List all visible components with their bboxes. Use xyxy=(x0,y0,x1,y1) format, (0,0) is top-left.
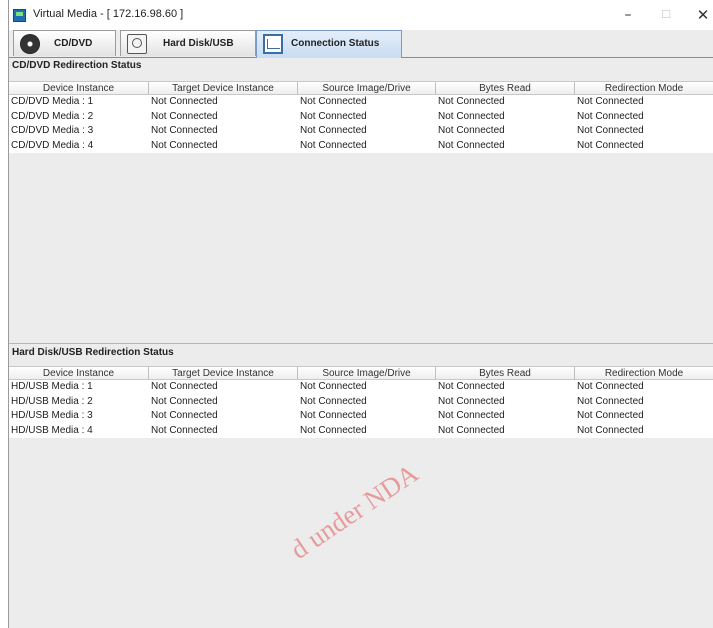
target-device-instance-cell: Not Connected xyxy=(151,410,218,421)
redirection-mode-cell: Not Connected xyxy=(577,125,644,136)
tab-hard-disk-usb[interactable]: Hard Disk/USB xyxy=(120,30,256,56)
source-image-drive-cell: Not Connected xyxy=(300,381,367,392)
connection-status-icon xyxy=(263,34,283,54)
source-image-drive-cell: Not Connected xyxy=(300,395,367,407)
table-row[interactable]: HD/USB Media : 4 Not Connected Not Conne… xyxy=(9,424,713,439)
hard-disk-icon xyxy=(127,34,147,54)
tab-cd-dvd[interactable]: CD/DVD xyxy=(13,30,116,56)
device-instance-cell: HD/USB Media : 4 xyxy=(11,424,93,436)
column-header-target-device-instance[interactable]: Target Device Instance xyxy=(149,367,298,380)
redirection-mode-cell: Not Connected xyxy=(577,395,644,407)
column-header-bytes-read[interactable]: Bytes Read xyxy=(436,367,575,380)
source-image-drive-cell: Not Connected xyxy=(300,424,367,436)
tab-connection-status[interactable]: Connection Status xyxy=(256,30,402,58)
table-row[interactable]: HD/USB Media : 2 Not Connected Not Conne… xyxy=(9,395,713,410)
window-title: Virtual Media - [ 172.16.98.60 ] xyxy=(33,8,184,20)
device-instance-cell: CD/DVD Media : 1 xyxy=(11,96,94,107)
bytes-read-cell: Not Connected xyxy=(438,139,505,151)
bytes-read-cell: Not Connected xyxy=(438,96,505,107)
target-device-instance-cell: Not Connected xyxy=(151,381,218,392)
column-header-source-image-drive[interactable]: Source Image/Drive xyxy=(298,367,436,380)
cd-dvd-table-header: Device Instance Target Device Instance S… xyxy=(9,81,713,95)
redirection-mode-cell: Not Connected xyxy=(577,96,644,107)
device-instance-cell: CD/DVD Media : 2 xyxy=(11,110,94,122)
column-header-target-device-instance[interactable]: Target Device Instance xyxy=(149,82,298,95)
section-divider xyxy=(9,343,713,344)
hard-disk-usb-section-title: Hard Disk/USB Redirection Status xyxy=(12,347,174,358)
source-image-drive-cell: Not Connected xyxy=(300,410,367,421)
table-row[interactable]: CD/DVD Media : 3 Not Connected Not Conne… xyxy=(9,124,713,139)
device-instance-cell: HD/USB Media : 3 xyxy=(11,410,93,421)
column-header-device-instance[interactable]: Device Instance xyxy=(9,82,149,95)
cd-dvd-section-title: CD/DVD Redirection Status xyxy=(12,60,142,71)
target-device-instance-cell: Not Connected xyxy=(151,110,218,122)
minimize-button[interactable]: – xyxy=(614,4,642,26)
source-image-drive-cell: Not Connected xyxy=(300,96,367,107)
column-header-redirection-mode[interactable]: Redirection Mode xyxy=(575,82,713,95)
target-device-instance-cell: Not Connected xyxy=(151,125,218,136)
device-instance-cell: CD/DVD Media : 4 xyxy=(11,139,94,151)
target-device-instance-cell: Not Connected xyxy=(151,96,218,107)
bytes-read-cell: Not Connected xyxy=(438,410,505,421)
table-row[interactable]: HD/USB Media : 1 Not Connected Not Conne… xyxy=(9,380,713,395)
target-device-instance-cell: Not Connected xyxy=(151,424,218,436)
cd-icon xyxy=(20,34,40,54)
tab-bar: CD/DVD Hard Disk/USB Connection Status xyxy=(9,30,713,58)
bytes-read-cell: Not Connected xyxy=(438,424,505,436)
bytes-read-cell: Not Connected xyxy=(438,125,505,136)
tab-cd-dvd-label: CD/DVD xyxy=(54,38,93,49)
redirection-mode-cell: Not Connected xyxy=(577,410,644,421)
bytes-read-cell: Not Connected xyxy=(438,381,505,392)
target-device-instance-cell: Not Connected xyxy=(151,139,218,151)
hard-disk-usb-table-header: Device Instance Target Device Instance S… xyxy=(9,366,713,380)
bytes-read-cell: Not Connected xyxy=(438,110,505,122)
table-row[interactable]: CD/DVD Media : 2 Not Connected Not Conne… xyxy=(9,110,713,125)
column-header-device-instance[interactable]: Device Instance xyxy=(9,367,149,380)
device-instance-cell: HD/USB Media : 2 xyxy=(11,395,93,407)
device-instance-cell: HD/USB Media : 1 xyxy=(11,381,93,392)
close-button[interactable]: ✕ xyxy=(689,4,713,26)
tab-hard-disk-usb-label: Hard Disk/USB xyxy=(163,38,234,49)
source-image-drive-cell: Not Connected xyxy=(300,110,367,122)
table-row[interactable]: CD/DVD Media : 1 Not Connected Not Conne… xyxy=(9,95,713,110)
source-image-drive-cell: Not Connected xyxy=(300,125,367,136)
column-header-redirection-mode[interactable]: Redirection Mode xyxy=(575,367,713,380)
redirection-mode-cell: Not Connected xyxy=(577,110,644,122)
maximize-button[interactable]: ☐ xyxy=(652,4,680,26)
title-bar[interactable]: Virtual Media - [ 172.16.98.60 ] – ☐ ✕ xyxy=(9,0,713,30)
redirection-mode-cell: Not Connected xyxy=(577,381,644,392)
tab-connection-status-label: Connection Status xyxy=(291,38,380,49)
table-row[interactable]: CD/DVD Media : 4 Not Connected Not Conne… xyxy=(9,139,713,154)
table-row[interactable]: HD/USB Media : 3 Not Connected Not Conne… xyxy=(9,409,713,424)
cd-dvd-status-table: Device Instance Target Device Instance S… xyxy=(9,81,713,343)
virtual-media-app-icon xyxy=(13,9,26,22)
redirection-mode-cell: Not Connected xyxy=(577,424,644,436)
device-instance-cell: CD/DVD Media : 3 xyxy=(11,125,94,136)
target-device-instance-cell: Not Connected xyxy=(151,395,218,407)
column-header-source-image-drive[interactable]: Source Image/Drive xyxy=(298,82,436,95)
redirection-mode-cell: Not Connected xyxy=(577,139,644,151)
column-header-bytes-read[interactable]: Bytes Read xyxy=(436,82,575,95)
bytes-read-cell: Not Connected xyxy=(438,395,505,407)
source-image-drive-cell: Not Connected xyxy=(300,139,367,151)
virtual-media-window: Virtual Media - [ 172.16.98.60 ] – ☐ ✕ C… xyxy=(8,0,713,628)
cd-dvd-table-rows: CD/DVD Media : 1 Not Connected Not Conne… xyxy=(9,95,713,153)
hard-disk-usb-table-rows: HD/USB Media : 1 Not Connected Not Conne… xyxy=(9,380,713,438)
